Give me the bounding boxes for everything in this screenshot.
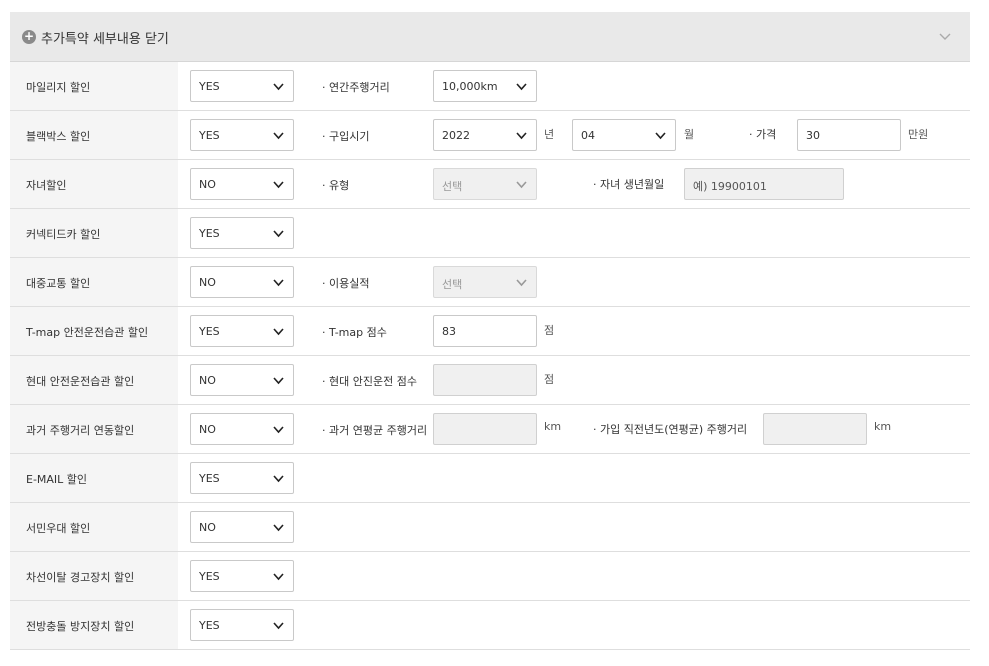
discount-options-table: 마일리지 할인 YES · 연간주행거리 10,000km 블랙박스 할인 YE… <box>10 62 970 650</box>
row-label: 블랙박스 할인 <box>26 130 91 143</box>
row-label: E-MAIL 할인 <box>26 473 88 486</box>
row-label: 마일리지 할인 <box>26 81 91 94</box>
row-child: 자녀할인 NO · 유형 선택 · 자녀 생년월일 예) 19900101 <box>10 160 970 209</box>
purchase-date-label: · 구입시기 <box>322 130 370 143</box>
row-label-cell: 커넥티드카 할인 <box>10 209 178 257</box>
row-lane-departure: 차선이탈 경고장치 할인 YES <box>10 552 970 601</box>
prev-year-mileage-input[interactable] <box>763 413 867 445</box>
chevron-down-icon <box>273 279 284 287</box>
child-birthdate-label: · 자녀 생년월일 <box>593 178 665 191</box>
chevron-down-icon <box>273 328 284 336</box>
row-hyundai-safe: 현대 안전운전습관 할인 NO · 현대 안진운전 점수 점 <box>10 356 970 405</box>
row-low-income: 서민우대 할인 NO <box>10 503 970 552</box>
row-label: 과거 주행거리 연동할인 <box>26 424 135 437</box>
row-label-cell: 자녀할인 <box>10 160 178 208</box>
connected-car-select[interactable]: YES <box>190 217 294 249</box>
row-label: 현대 안전운전습관 할인 <box>26 375 135 388</box>
avg-mileage-input[interactable] <box>433 413 537 445</box>
km-unit: km <box>544 420 562 433</box>
chevron-down-icon <box>273 181 284 189</box>
row-label: 전방충돌 방지장치 할인 <box>26 620 135 633</box>
chevron-down-icon <box>273 230 284 238</box>
row-label-cell: 대중교통 할인 <box>10 258 178 306</box>
month-unit: 월 <box>684 128 695 141</box>
purchase-month-select[interactable]: 04 <box>572 119 676 151</box>
row-label-cell: E-MAIL 할인 <box>10 454 178 502</box>
chevron-down-icon <box>273 83 284 91</box>
row-label-cell: 전방충돌 방지장치 할인 <box>10 601 178 649</box>
row-label-cell: 현대 안전운전습관 할인 <box>10 356 178 404</box>
row-mileage: 마일리지 할인 YES · 연간주행거리 10,000km <box>10 62 970 111</box>
tmap-discount-select[interactable]: YES <box>190 315 294 347</box>
usage-record-label: · 이용실적 <box>322 277 370 290</box>
row-label: 자녀할인 <box>26 179 67 192</box>
row-label-cell: 차선이탈 경고장치 할인 <box>10 552 178 600</box>
price-unit: 만원 <box>908 128 929 141</box>
chevron-down-icon <box>273 132 284 140</box>
type-select[interactable]: 선택 <box>433 168 537 200</box>
row-label: 서민우대 할인 <box>26 522 91 535</box>
chevron-down-icon <box>273 622 284 630</box>
tmap-score-label: · T-map 점수 <box>322 326 387 339</box>
chevron-down-icon <box>516 279 527 287</box>
chevron-down-icon <box>273 377 284 385</box>
chevron-down-icon <box>273 475 284 483</box>
row-label-cell: T-map 안전운전습관 할인 <box>10 307 178 355</box>
tmap-score-input[interactable]: 83 <box>433 315 537 347</box>
price-input[interactable]: 30 <box>797 119 901 151</box>
score-unit: 점 <box>544 373 555 386</box>
collapse-header[interactable]: + 추가특약 세부내용 닫기 <box>10 12 970 62</box>
chevron-down-icon <box>516 181 527 189</box>
hyundai-score-input[interactable] <box>433 364 537 396</box>
row-blackbox: 블랙박스 할인 YES · 구입시기 2022 년 04 월 · 가격 30 만… <box>10 111 970 160</box>
header-title: 추가특약 세부내용 닫기 <box>41 32 169 47</box>
chevron-down-icon <box>516 132 527 140</box>
km-unit: km <box>874 420 892 433</box>
prev-year-mileage-label: · 가입 직전년도(연평균) 주행거리 <box>593 423 748 436</box>
row-label: 차선이탈 경고장치 할인 <box>26 571 135 584</box>
child-discount-select[interactable]: NO <box>190 168 294 200</box>
lane-departure-select[interactable]: YES <box>190 560 294 592</box>
child-birthdate-input[interactable]: 예) 19900101 <box>684 168 844 200</box>
chevron-down-icon <box>273 426 284 434</box>
year-unit: 년 <box>544 128 555 141</box>
row-label: 커넥티드카 할인 <box>26 228 101 241</box>
chevron-down-icon[interactable] <box>938 29 952 43</box>
row-forward-collision: 전방충돌 방지장치 할인 YES <box>10 601 970 650</box>
row-past-mileage: 과거 주행거리 연동할인 NO · 과거 연평균 주행거리 km · 가입 직전… <box>10 405 970 454</box>
hyundai-score-label: · 현대 안진운전 점수 <box>322 375 417 388</box>
blackbox-discount-select[interactable]: YES <box>190 119 294 151</box>
price-label: · 가격 <box>749 128 777 141</box>
forward-collision-select[interactable]: YES <box>190 609 294 641</box>
chevron-down-icon <box>273 524 284 532</box>
row-tmap: T-map 안전운전습관 할인 YES · T-map 점수 83 점 <box>10 307 970 356</box>
plus-circle-icon: + <box>22 29 36 44</box>
row-label: T-map 안전운전습관 할인 <box>26 326 149 339</box>
row-label-cell: 과거 주행거리 연동할인 <box>10 405 178 453</box>
row-email: E-MAIL 할인 YES <box>10 454 970 503</box>
mileage-discount-select[interactable]: YES <box>190 70 294 102</box>
email-discount-select[interactable]: YES <box>190 462 294 494</box>
annual-distance-label: · 연간주행거리 <box>322 81 390 94</box>
low-income-select[interactable]: NO <box>190 511 294 543</box>
row-connected-car: 커넥티드카 할인 YES <box>10 209 970 258</box>
chevron-down-icon <box>655 132 666 140</box>
row-label-cell: 서민우대 할인 <box>10 503 178 551</box>
annual-distance-select[interactable]: 10,000km <box>433 70 537 102</box>
public-transport-select[interactable]: NO <box>190 266 294 298</box>
chevron-down-icon <box>516 83 527 91</box>
past-mileage-select[interactable]: NO <box>190 413 294 445</box>
usage-record-select[interactable]: 선택 <box>433 266 537 298</box>
type-label: · 유형 <box>322 179 350 192</box>
score-unit: 점 <box>544 324 555 337</box>
chevron-down-icon <box>273 573 284 581</box>
hyundai-discount-select[interactable]: NO <box>190 364 294 396</box>
row-public-transport: 대중교통 할인 NO · 이용실적 선택 <box>10 258 970 307</box>
row-label-cell: 블랙박스 할인 <box>10 111 178 159</box>
row-label: 대중교통 할인 <box>26 277 91 290</box>
purchase-year-select[interactable]: 2022 <box>433 119 537 151</box>
avg-mileage-label: · 과거 연평균 주행거리 <box>322 424 428 437</box>
row-label-cell: 마일리지 할인 <box>10 62 178 110</box>
